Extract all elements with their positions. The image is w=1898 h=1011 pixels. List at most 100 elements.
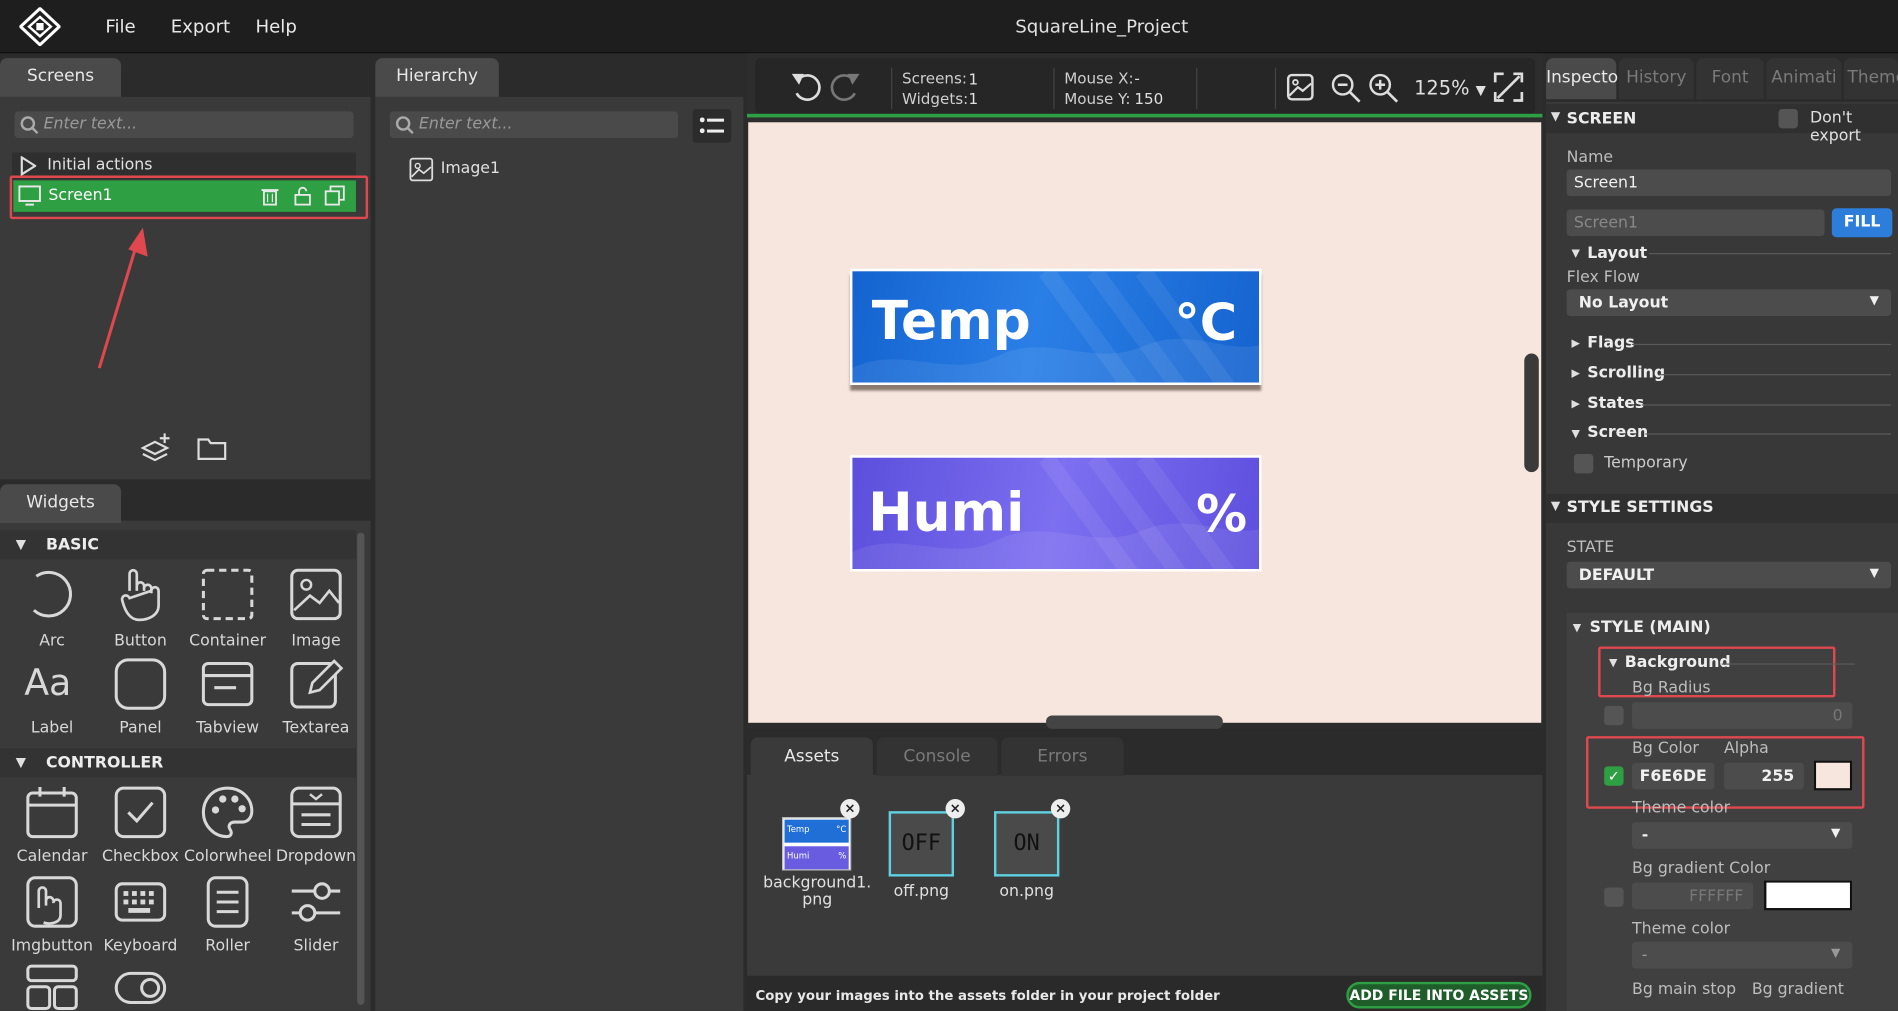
hierarchy-item-image1[interactable]: Image1 (409, 156, 724, 183)
widget-image[interactable]: Image (272, 567, 359, 650)
add-screen-icon[interactable] (139, 431, 173, 465)
asset-name: background1. png (763, 874, 872, 910)
widget-keyboard[interactable]: Keyboard (97, 874, 184, 955)
duplicate-icon[interactable] (324, 185, 345, 206)
tab-errors[interactable]: Errors (1001, 737, 1124, 777)
tab-screens[interactable]: Screens (0, 58, 122, 97)
asset-on[interactable]: ON × on.png (990, 799, 1071, 908)
screen-section-title: SCREEN (1566, 110, 1637, 129)
background-header[interactable]: Background (1625, 654, 1731, 672)
tab-hierarchy[interactable]: Hierarchy (375, 58, 499, 97)
bg-color-checkbox[interactable]: ✓ (1604, 766, 1624, 786)
screen-item-screen1[interactable]: Screen1 (13, 180, 356, 212)
section-basic-header[interactable]: ▼ BASIC (0, 530, 356, 560)
fill-button[interactable]: FILL (1831, 208, 1893, 238)
background-image-icon[interactable] (1286, 73, 1315, 102)
divider (1632, 343, 1892, 346)
bg-gradient-input[interactable]: FFFFFF (1632, 882, 1754, 910)
widget-button[interactable]: Button (97, 567, 184, 650)
tab-console[interactable]: Console (876, 737, 998, 777)
widget-label: Checkbox (102, 847, 179, 866)
collapse-icon: ▼ (1550, 110, 1561, 124)
app-logo-icon[interactable] (19, 7, 61, 47)
widget-roller[interactable]: Roller (184, 874, 271, 955)
section-controller-header[interactable]: ▼ CONTROLLER (0, 748, 356, 778)
list-view-button[interactable] (692, 108, 732, 143)
flex-flow-select[interactable]: No Layout ▼ (1566, 289, 1892, 316)
bg-radius-checkbox[interactable] (1604, 705, 1624, 726)
asset-background1[interactable]: Temp °C Humi% × background1. png (763, 799, 872, 914)
name-id-input[interactable]: Screen1 (1566, 209, 1825, 237)
widget-arc[interactable]: Arc (8, 567, 95, 650)
add-file-button[interactable]: ADD FILE INTO ASSETS (1346, 981, 1532, 1009)
menu-export[interactable]: Export (171, 16, 230, 38)
canvas-horizontal-scrollbar[interactable] (1046, 715, 1223, 729)
tab-animation[interactable]: Animati (1766, 58, 1842, 100)
bg-color-swatch[interactable] (1813, 760, 1853, 791)
widget-label-widget[interactable]: Aa Label (8, 656, 95, 737)
layout-header[interactable]: Layout (1587, 245, 1647, 263)
dont-export-checkbox[interactable] (1778, 108, 1798, 129)
tab-assets[interactable]: Assets (750, 737, 873, 777)
widget-label: Imgbutton (11, 937, 93, 956)
widget-dropdown[interactable]: Dropdown (272, 785, 359, 866)
unlock-icon[interactable] (293, 185, 312, 206)
undo-icon[interactable] (789, 69, 823, 103)
canvas-vertical-scrollbar[interactable] (1524, 353, 1539, 473)
folder-icon[interactable] (196, 435, 227, 462)
tab-font[interactable]: Font (1696, 58, 1764, 100)
zoom-level-select[interactable]: 125% ▼ (1414, 76, 1486, 99)
widget-label: Tabview (196, 719, 260, 738)
asset-off[interactable]: OFF × off.png (885, 799, 965, 908)
hierarchy-search-input[interactable]: Enter text... (389, 111, 678, 139)
remove-asset-icon[interactable]: × (840, 799, 860, 819)
widget-colorwheel[interactable]: Colorwheel (184, 785, 272, 866)
flags-header[interactable]: Flags (1587, 334, 1634, 352)
toolbar-accent-line (747, 113, 1543, 118)
zoom-out-icon[interactable] (1331, 73, 1362, 104)
bg-color-input[interactable]: F6E6DE (1632, 762, 1715, 790)
remove-asset-icon[interactable]: × (1050, 799, 1071, 819)
chevron-down-icon: ▼ (1475, 82, 1486, 99)
alpha-input[interactable]: 255 (1724, 762, 1804, 790)
state-select[interactable]: DEFAULT ▼ (1566, 561, 1892, 589)
menu-file[interactable]: File (105, 16, 135, 38)
bg-gradient-swatch[interactable] (1763, 880, 1853, 911)
widget-container[interactable]: Container (184, 567, 271, 650)
widget-slider[interactable]: Slider (272, 874, 359, 955)
screen-subheader[interactable]: Screen (1587, 424, 1648, 442)
card-humi[interactable]: Humi % (849, 455, 1262, 572)
tab-theme[interactable]: Theme (1843, 58, 1898, 100)
theme-color-select[interactable]: - ▼ (1632, 822, 1853, 849)
scrolling-header[interactable]: Scrolling (1587, 364, 1665, 382)
card-temp[interactable]: Temp °C (849, 268, 1262, 397)
widget-imgbutton[interactable]: Imgbutton (8, 874, 95, 955)
states-header[interactable]: States (1587, 395, 1644, 413)
remove-asset-icon[interactable]: × (945, 799, 965, 819)
tab-inspector[interactable]: Inspecto (1546, 58, 1618, 100)
widget-tabview[interactable]: Tabview (184, 656, 271, 737)
toolbar-divider (1196, 67, 1198, 109)
name-input[interactable]: Screen1 (1566, 169, 1892, 197)
bg-radius-input[interactable]: 0 (1632, 702, 1853, 729)
widget-panel[interactable]: Panel (97, 656, 184, 737)
widget-checkbox[interactable]: Checkbox (97, 785, 184, 866)
delete-icon[interactable] (261, 186, 279, 206)
canvas-screen[interactable] (748, 122, 1542, 723)
fullscreen-icon[interactable] (1493, 71, 1524, 102)
widget-buttonmatrix[interactable] (24, 964, 80, 1011)
toolbar-divider (1274, 67, 1277, 109)
style-main-title[interactable]: STYLE (MAIN) (1590, 619, 1711, 637)
bg-gradient-checkbox[interactable] (1604, 887, 1624, 907)
zoom-in-icon[interactable] (1368, 73, 1399, 104)
tab-history[interactable]: History (1618, 58, 1694, 100)
widget-calendar[interactable]: Calendar (8, 785, 95, 866)
screens-search-input[interactable]: Enter text... (14, 111, 354, 139)
menu-help[interactable]: Help (255, 16, 296, 38)
tab-widgets[interactable]: Widgets (0, 484, 122, 524)
widget-switch[interactable] (113, 964, 169, 1011)
redo-icon[interactable] (828, 69, 862, 103)
theme-color2-select[interactable]: - ▼ (1632, 941, 1853, 969)
widget-textarea[interactable]: Textarea (272, 656, 359, 737)
temporary-checkbox[interactable] (1573, 454, 1594, 474)
